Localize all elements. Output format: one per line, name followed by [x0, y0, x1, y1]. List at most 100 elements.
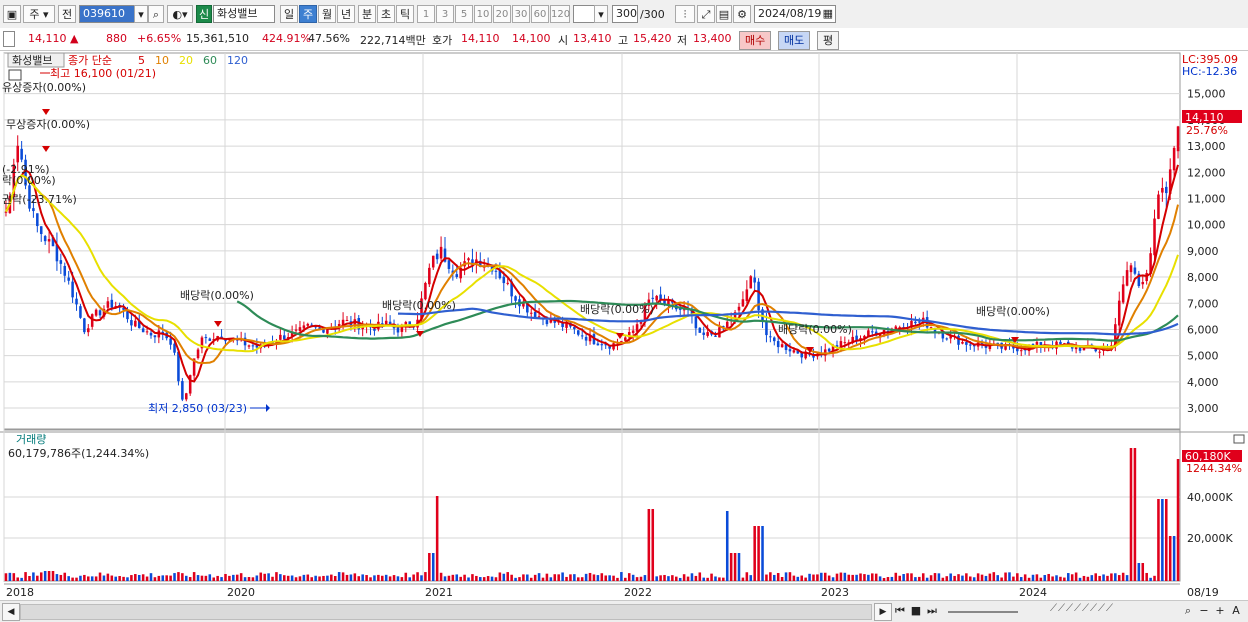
volume-bar	[83, 574, 86, 581]
scroll-right-icon[interactable]: ▶	[874, 603, 892, 621]
zoom-in-icon[interactable]: +	[1212, 603, 1228, 619]
all-time-low-label: 최저 2,850 (03/23)	[148, 402, 247, 415]
volume-bar	[283, 575, 286, 581]
event-annotation: 배당락(0.00%)	[778, 323, 852, 336]
date-input[interactable]: 2024/08/19 ▦	[754, 5, 836, 23]
volume-bar	[467, 577, 470, 581]
volume-bar	[1027, 577, 1031, 581]
volume-bar	[1035, 574, 1039, 581]
save-icon[interactable]: ▤	[716, 5, 732, 23]
interval-30[interactable]: 30	[512, 5, 530, 23]
candle-type-icon[interactable]: ⫶	[675, 5, 695, 23]
bid-price: 14,100	[512, 32, 551, 45]
tab-month[interactable]: 월	[318, 5, 336, 23]
zoom-icon[interactable]: ⌕	[1180, 603, 1196, 619]
interval-10[interactable]: 10	[474, 5, 492, 23]
interval-3[interactable]: 3	[436, 5, 454, 23]
text-size-icon[interactable]: A	[1228, 603, 1244, 619]
zoom-slider[interactable]	[948, 611, 1018, 613]
volume-bar	[59, 574, 63, 581]
volume-bar	[4, 573, 8, 581]
price-candle	[741, 299, 745, 307]
price-candle	[596, 343, 600, 346]
period-selector[interactable]: 주 ▾	[23, 5, 55, 23]
price-tick-label: 4,000	[1187, 376, 1219, 389]
volume-bar	[620, 572, 623, 581]
stock-name-field[interactable]: 화성밸브	[213, 5, 275, 23]
drawing-tools-row[interactable]: ⟋⟋⟋⟋⟋⟋⟋⟋	[1050, 603, 1114, 614]
volume-bar	[612, 575, 615, 581]
settings-gear-icon[interactable]: ⚙	[733, 5, 751, 23]
interval-1[interactable]: 1	[417, 5, 435, 23]
volume-bar	[235, 574, 239, 581]
price-candle	[83, 318, 86, 333]
price-candle	[431, 255, 435, 268]
volume-bar	[431, 553, 435, 581]
evaluate-button[interactable]: 평	[817, 31, 840, 50]
window-menu-icon[interactable]: ▣	[3, 5, 21, 23]
zoom-out-icon[interactable]: −	[1196, 603, 1212, 619]
buy-button[interactable]: 매수	[739, 31, 772, 50]
volume-bar	[1043, 575, 1047, 581]
volume-bar	[153, 577, 157, 581]
volume-panel-close-icon[interactable]	[1233, 434, 1245, 444]
volume-bar	[663, 574, 666, 581]
interval-20[interactable]: 20	[493, 5, 511, 23]
price-tick-label: 9,000	[1187, 245, 1219, 258]
price-candle	[251, 345, 255, 347]
chart-grid-toggle-icon[interactable]	[8, 69, 22, 81]
volume-bar	[392, 575, 396, 581]
volume-bar	[1176, 459, 1180, 581]
chart-area[interactable]: 3,000 4,000 5,000 6,000 7,000 8,000 9,000 10,00…	[0, 51, 1248, 601]
scroll-left-icon[interactable]: ◀	[2, 603, 20, 621]
horizontal-scrollbar[interactable]	[20, 604, 872, 620]
tab-week[interactable]: 주	[299, 5, 317, 23]
interval-5[interactable]: 5	[455, 5, 473, 23]
stock-code-input[interactable]: 039610	[79, 5, 135, 23]
volume-bar	[36, 575, 39, 581]
price-candle	[655, 295, 658, 301]
tab-second[interactable]: 초	[377, 5, 395, 23]
drawing-tool-icon[interactable]: ⤢	[697, 5, 715, 23]
prev-button[interactable]: 전	[58, 5, 76, 23]
layout-toggle-icon[interactable]	[3, 31, 15, 47]
sound-icon[interactable]: ◐▾	[167, 5, 193, 23]
price-volume-chart-svg[interactable]: 3,000 4,000 5,000 6,000 7,000 8,000 9,000 10,00…	[0, 51, 1248, 601]
interval-60[interactable]: 60	[531, 5, 549, 23]
volume-bar	[1137, 563, 1141, 581]
custom-interval-dropdown-icon[interactable]: ▾	[594, 5, 608, 23]
price-candle	[827, 348, 831, 352]
legend-ma-60: 60	[203, 54, 217, 67]
volume-bar	[196, 575, 200, 581]
volume-bar	[874, 573, 878, 581]
price-candle	[737, 306, 741, 311]
calendar-icon[interactable]: ▦	[823, 6, 833, 22]
bar-count-input[interactable]: 300	[612, 5, 638, 23]
interval-120[interactable]: 120	[550, 5, 570, 23]
tab-year[interactable]: 년	[337, 5, 355, 23]
volume-bar	[1070, 574, 1074, 581]
play-icon[interactable]: ⏭	[924, 603, 940, 619]
volume-bar	[878, 576, 882, 581]
volume-bar	[1008, 572, 1011, 581]
event-annotation: 무상증자(0.00%)	[6, 118, 90, 131]
volume-bar	[1168, 536, 1172, 581]
volume-bar	[114, 576, 117, 581]
volume-bar	[439, 572, 443, 581]
tab-minute[interactable]: 분	[358, 5, 376, 23]
price-candle	[439, 246, 443, 259]
volume-bar	[259, 572, 263, 581]
price-candle	[929, 327, 933, 329]
open-label: 시	[558, 34, 569, 47]
code-dropdown-icon[interactable]: ▾	[134, 5, 148, 23]
volume-bar	[1110, 573, 1113, 581]
stop-icon[interactable]: ■	[908, 603, 924, 619]
volume-bar	[494, 577, 498, 581]
search-icon[interactable]: ⌕	[148, 5, 164, 23]
tab-tick[interactable]: 틱	[396, 5, 414, 23]
tab-day[interactable]: 일	[280, 5, 298, 23]
step-back-icon[interactable]: ⏮	[892, 603, 908, 619]
sell-button[interactable]: 매도	[778, 31, 811, 50]
volume-bar	[1067, 573, 1070, 581]
price-tick-label: 12,000	[1187, 166, 1226, 179]
